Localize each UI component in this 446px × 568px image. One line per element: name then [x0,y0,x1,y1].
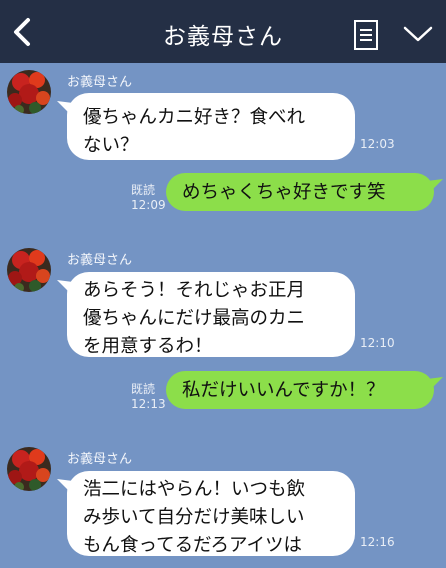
avatar[interactable] [7,70,51,114]
avatar[interactable] [7,248,51,292]
read-receipt: 既読 12:13 [131,382,166,411]
message-text: あらそう！それじゃお正月 優ちゃんにだけ最高のカニ を用意するわ！ [83,280,306,357]
message-bubble-outgoing[interactable]: めちゃくちゃ好きです笑 [166,173,443,211]
message-bubble-outgoing[interactable]: 私だけいいんですか！？ [166,371,443,409]
avatar-image [7,447,51,491]
chat-title: お義母さん [163,24,283,50]
message-time: 12:16 [360,535,395,549]
bubble-tail [57,479,73,493]
message-bubble-incoming[interactable]: 優ちゃんカニ好き？食べれ ない？ [57,93,355,160]
chat-header: お義母さん [0,0,446,63]
chevron-down-icon[interactable] [402,22,434,46]
message-text: めちゃくちゃ好きです笑 [182,182,386,203]
read-receipt: 既読 12:09 [131,183,166,212]
bubble-tail [427,179,443,193]
message-time: 12:10 [360,336,395,350]
message-bubble-incoming[interactable]: あらそう！それじゃお正月 優ちゃんにだけ最高のカニ を用意するわ！ [57,272,355,357]
message-text: 浩二にはやらん！いつも飲 み歩いて自分だけ美味しい もん食ってるだろアイツは [83,479,306,556]
bubble-tail [57,101,73,115]
avatar[interactable] [7,447,51,491]
message-text: 優ちゃんカニ好き？食べれ ない？ [83,107,306,156]
sender-name: お義母さん [67,452,133,467]
list-icon[interactable] [354,20,378,50]
bubble-tail [427,377,443,391]
message-time: 12:03 [360,137,395,151]
message-text: 私だけいいんですか！？ [182,380,385,401]
avatar-image [7,248,51,292]
message-bubble-incoming[interactable]: 浩二にはやらん！いつも飲 み歩いて自分だけ美味しい もん食ってるだろアイツは [57,471,355,556]
bubble-tail [57,280,73,294]
sender-name: お義母さん [67,75,133,90]
sender-name: お義母さん [67,253,133,268]
avatar-image [7,70,51,114]
